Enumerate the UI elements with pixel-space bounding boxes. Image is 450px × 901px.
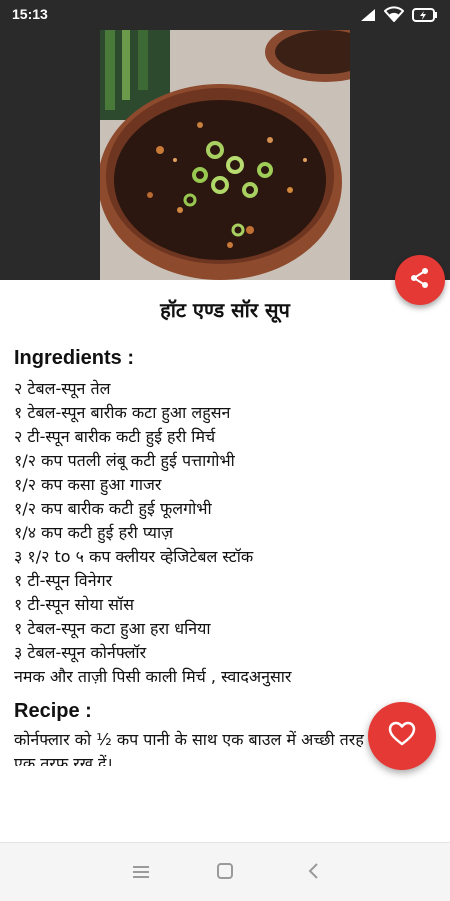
- favorite-button[interactable]: [368, 702, 436, 770]
- ingredient-item: १ टी-स्पून विनेगर: [14, 571, 113, 590]
- ingredient-item: ३ १/२ to ५ कप क्लीयर व्हेजिटेबल स्टॉक: [14, 547, 254, 566]
- recipe-hero: [0, 30, 450, 305]
- ingredient-item: १/४ कप कटी हुई हरी प्याज़: [14, 523, 173, 542]
- menu-button[interactable]: [129, 861, 153, 885]
- battery-charging-icon: [412, 7, 438, 26]
- home-button[interactable]: [213, 861, 237, 885]
- back-chevron-icon: [307, 862, 319, 884]
- home-square-icon: [216, 862, 234, 884]
- signal-icon: [360, 7, 376, 26]
- ingredient-item: २ टी-स्पून बारीक कटी हुई हरी मिर्च: [14, 427, 216, 446]
- ingredient-item: ३ टेबल-स्पून कोर्नफ्लॉर: [14, 643, 147, 662]
- ingredient-item: १/२ कप कसा हुआ गाजर: [14, 475, 162, 494]
- heart-outline-icon: [388, 721, 416, 751]
- recipe-title: हॉट एण्ड सॉर सूप: [160, 298, 290, 322]
- menu-icon: [132, 864, 150, 883]
- status-time: 15:13: [12, 6, 48, 22]
- ingredient-item: १ टेबल-स्पून कटा हुआ हरा धनिया: [14, 619, 211, 638]
- wifi-icon: [383, 6, 405, 26]
- back-button[interactable]: [301, 861, 325, 885]
- ingredient-item: १ टेबल-स्पून बारीक कटा हुआ लहुसन: [14, 403, 231, 422]
- ingredient-item: १ टी-स्पून सोया सॉस: [14, 595, 134, 614]
- status-bar: 15:13: [0, 0, 450, 30]
- recipe-heading: Recipe :: [14, 700, 92, 722]
- ingredient-item: १/२ कप पतली लंबू कटी हुई पत्तागोभी: [14, 451, 235, 470]
- ingredient-item: २ टेबल-स्पून तेल: [14, 379, 111, 398]
- ingredient-item: नमक और ताज़ी पिसी काली मिर्च , स्वादअनुस…: [14, 667, 292, 686]
- share-icon: [409, 267, 431, 293]
- ingredient-item: १/२ कप बारीक कटी हुई फूलगोभी: [14, 499, 212, 518]
- system-nav-bar: [0, 842, 450, 901]
- ingredients-heading: Ingredients :: [14, 347, 135, 369]
- ingredients-list: २ टेबल-स्पून तेल १ टेबल-स्पून बारीक कटा …: [14, 377, 434, 689]
- soup-photo: [100, 30, 350, 280]
- status-icons: [360, 6, 438, 26]
